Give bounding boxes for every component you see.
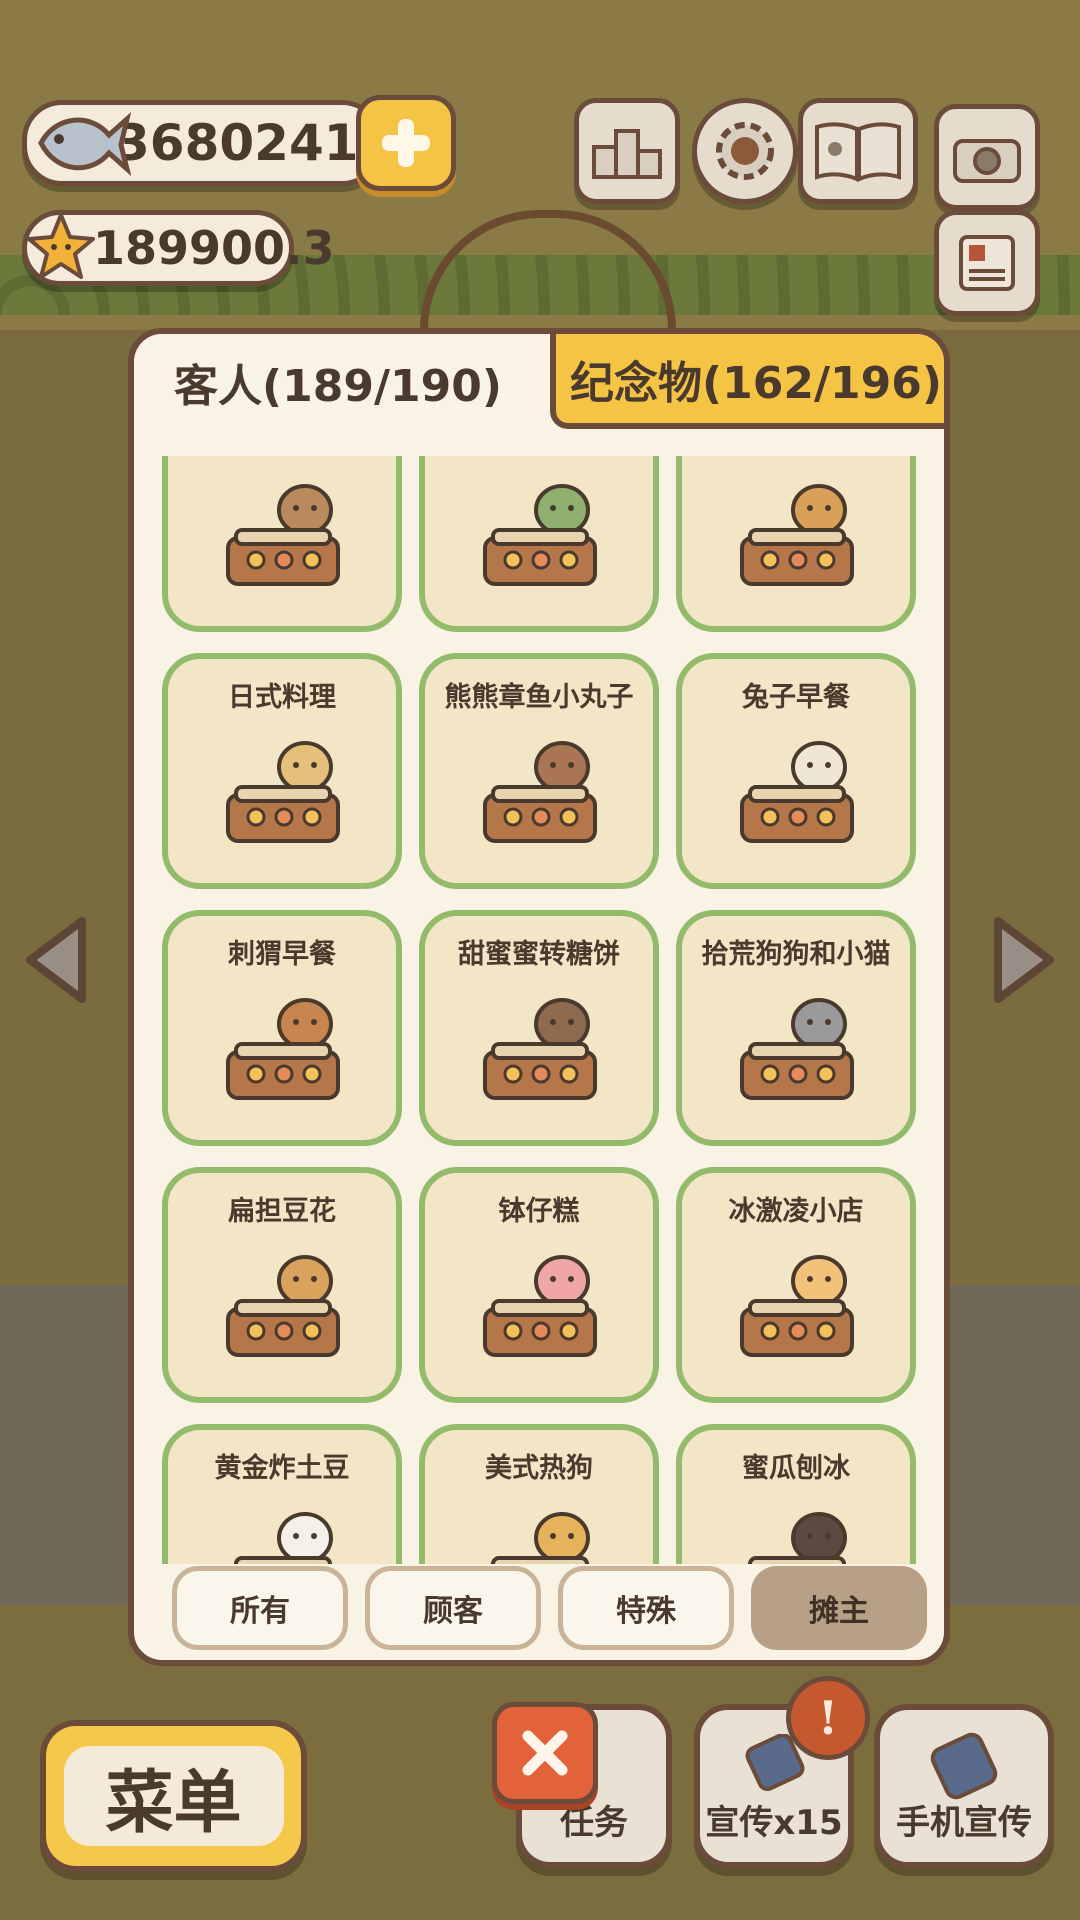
promo-label: 宣传x15	[705, 1803, 843, 1843]
camera-icon	[953, 139, 1021, 183]
vendor-card[interactable]: 拾荒狗狗和小猫	[676, 910, 916, 1146]
vendor-card-name: 甜蜜蜜转糖饼	[458, 939, 620, 970]
close-icon	[522, 1730, 568, 1776]
plus-icon	[382, 119, 430, 167]
vendor-illustration	[226, 741, 340, 843]
vendor-card[interactable]: 美式热狗	[419, 1424, 659, 1564]
phone-promo-button[interactable]: 手机宣传	[874, 1704, 1054, 1868]
filter-vendors-button[interactable]: 摊主	[751, 1566, 927, 1650]
vendor-illustration	[748, 1512, 847, 1564]
newspaper-button[interactable]	[934, 210, 1040, 316]
vendor-card-name: 钵仔糕	[498, 1196, 580, 1227]
vendor-card-name: 黄金炸土豆	[214, 1453, 350, 1484]
album-button[interactable]	[798, 98, 918, 204]
ranking-icon	[592, 129, 662, 179]
vendor-card-name: 熊熊章鱼小丸子	[444, 682, 634, 713]
vendor-illustration	[740, 484, 854, 586]
vendor-illustration	[234, 1512, 333, 1564]
ranking-button[interactable]	[574, 98, 680, 204]
star-icon	[27, 213, 95, 279]
vendor-card[interactable]: 冰激凌小店	[676, 1167, 916, 1403]
star-currency: 189900.3	[22, 210, 335, 286]
vendor-illustration	[226, 998, 340, 1100]
fish-currency: 36802411	[22, 100, 393, 186]
vendor-illustration	[491, 1512, 590, 1564]
menu-label: 菜单	[63, 1746, 284, 1846]
filter-special-label: 特殊	[616, 1594, 676, 1629]
vendor-illustration	[740, 1255, 854, 1357]
star-amount: 189900.3	[93, 221, 335, 275]
arrow-left-icon[interactable]	[20, 915, 90, 1005]
vendor-card[interactable]: 钵仔糕	[419, 1167, 659, 1403]
filter-all-label: 所有	[230, 1594, 290, 1629]
tab-souvenirs-label: 纪念物(162/196)	[570, 357, 942, 409]
vendor-card-name: 日式料理	[228, 682, 336, 713]
filter-customers-button[interactable]: 顾客	[365, 1566, 541, 1650]
vendor-illustration	[483, 1255, 597, 1357]
phone-promo-label: 手机宣传	[896, 1803, 1032, 1843]
tab-guests[interactable]: 客人(189/190)	[134, 334, 542, 429]
vendor-card[interactable]: 扁担豆花	[162, 1167, 402, 1403]
filter-bar: 所有 顾客 特殊 摊主	[172, 1566, 932, 1656]
album-icon	[815, 122, 901, 182]
vendor-illustration	[483, 741, 597, 843]
tab-souvenirs[interactable]: 纪念物(162/196)	[550, 334, 944, 429]
vendor-card[interactable]: 蜜瓜刨冰	[676, 1424, 916, 1564]
filter-all-button[interactable]: 所有	[172, 1566, 348, 1650]
vendor-card-name: 冰激凌小店	[728, 1196, 864, 1227]
vendor-illustration	[226, 1255, 340, 1357]
vendor-card[interactable]: 熊熊章鱼小丸子	[419, 653, 659, 889]
card-grid-viewport[interactable]: 日式料理 熊熊章鱼小丸子 兔子早餐刺猬早餐 甜蜜蜜转糖饼 拾荒狗狗和小猫扁担豆花 钵仔糕 冰…	[162, 456, 928, 1564]
vendor-illustration	[740, 741, 854, 843]
vendor-illustration	[483, 484, 597, 586]
fish-amount: 36802411	[115, 114, 394, 172]
vendor-illustration	[226, 484, 340, 586]
filter-customers-label: 顾客	[423, 1594, 483, 1629]
vendor-card[interactable]: 日式料理	[162, 653, 402, 889]
add-currency-button[interactable]	[356, 95, 456, 191]
vendor-card-name: 兔子早餐	[742, 682, 850, 713]
vendor-illustration	[483, 998, 597, 1100]
gear-icon	[716, 122, 774, 180]
vendor-card[interactable]: 兔子早餐	[676, 653, 916, 889]
menu-button[interactable]: 菜单	[40, 1720, 307, 1872]
filter-special-button[interactable]: 特殊	[558, 1566, 734, 1650]
arrow-right-icon[interactable]	[990, 915, 1060, 1005]
settings-button[interactable]	[692, 98, 798, 204]
vendor-card-name: 美式热狗	[485, 1453, 593, 1484]
vendor-card-name: 蜜瓜刨冰	[742, 1453, 850, 1484]
phone-icon	[930, 1732, 998, 1800]
vendor-card[interactable]: 甜蜜蜜转糖饼	[419, 910, 659, 1146]
vendor-card[interactable]: 黄金炸土豆	[162, 1424, 402, 1564]
vendor-card[interactable]	[162, 456, 402, 632]
tab-guests-label: 客人(189/190)	[174, 360, 502, 412]
fish-icon	[38, 112, 131, 176]
vendor-card-name: 扁担豆花	[228, 1196, 336, 1227]
panel-tabs: 客人(189/190) 纪念物(162/196)	[134, 334, 944, 429]
filter-vendors-label: 摊主	[809, 1594, 869, 1629]
vendor-card-name: 拾荒狗狗和小猫	[701, 939, 891, 970]
vendor-card[interactable]	[419, 456, 659, 632]
collection-panel: 客人(189/190) 纪念物(162/196) 日式料理 熊熊章鱼小丸子 兔子早餐…	[128, 328, 950, 1666]
close-button[interactable]	[492, 1702, 598, 1804]
vendor-card-name: 刺猬早餐	[228, 939, 336, 970]
vendor-illustration	[740, 998, 854, 1100]
newspaper-icon	[959, 235, 1015, 291]
camera-button[interactable]	[934, 104, 1040, 210]
alert-badge: !	[786, 1676, 870, 1760]
vendor-card[interactable]: 刺猬早餐	[162, 910, 402, 1146]
vendor-card[interactable]	[676, 456, 916, 632]
